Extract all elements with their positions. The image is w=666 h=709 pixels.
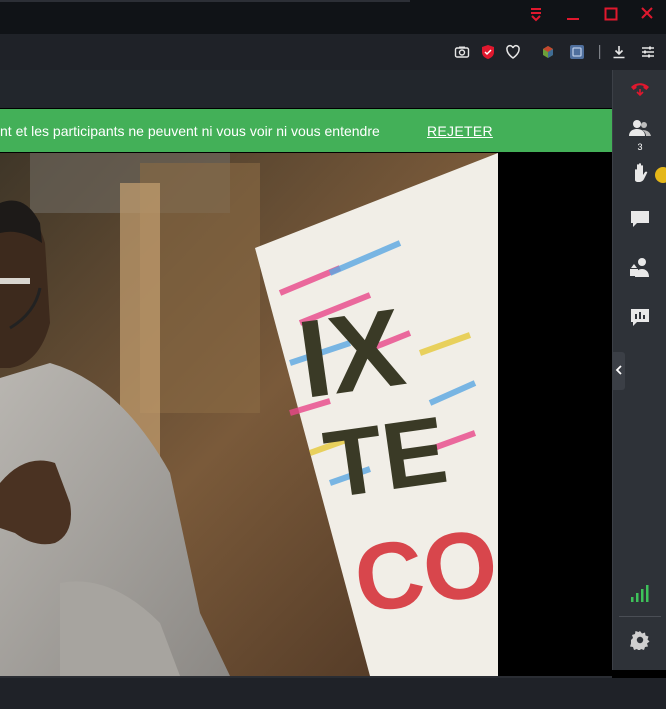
sign-text-1: IX [291,285,411,421]
minimize-icon[interactable] [566,4,580,30]
bottom-bar [0,676,666,709]
heart-icon[interactable] [503,42,523,62]
download-icon[interactable] [609,42,629,62]
notification-banner: nt et les participants ne peuvent ni vou… [0,109,612,152]
signal-icon [629,583,651,608]
chevron-left-icon [615,364,623,378]
meeting-header-bar [0,70,612,108]
settings-button[interactable] [613,625,666,659]
raise-hand-icon [629,162,651,189]
poll-button[interactable] [613,302,666,336]
banner-message: nt et les participants ne peuvent ni vou… [0,123,380,139]
extension-icon[interactable] [567,42,587,62]
share-icon [629,257,651,284]
window-titlebar [0,0,666,34]
titlebar-accent [0,0,410,2]
chat-button[interactable] [613,204,666,238]
participant-video[interactable]: IX TE CO [0,153,498,679]
bottom-divider [0,676,612,678]
close-icon[interactable] [640,4,654,30]
cube-icon[interactable] [538,42,558,62]
browser-toolbar [0,34,666,70]
connection-quality[interactable] [613,578,666,612]
shield-icon[interactable] [478,42,498,62]
chat-icon [629,209,651,234]
poll-icon [629,306,651,333]
divider [590,42,610,62]
settings-sliders-icon[interactable] [638,42,658,62]
hangup-icon [629,76,651,103]
sign-text-3: CO [348,509,498,634]
sidebar-toggle[interactable] [612,352,625,390]
share-button[interactable] [613,253,666,287]
menu-icon[interactable] [528,4,544,30]
participants-icon [628,119,652,142]
gear-icon [630,630,650,655]
participants-button[interactable]: 3 [613,115,666,155]
camera-icon[interactable] [452,42,472,62]
sidebar-divider [619,616,661,617]
participants-count: 3 [637,141,643,152]
maximize-icon[interactable] [604,4,618,30]
reject-button[interactable]: REJETER [427,123,493,139]
hand-raise-indicator [655,167,666,183]
sign-text-2: TE [318,397,453,519]
hangup-button[interactable] [613,72,666,106]
raise-hand-button[interactable] [613,158,666,192]
